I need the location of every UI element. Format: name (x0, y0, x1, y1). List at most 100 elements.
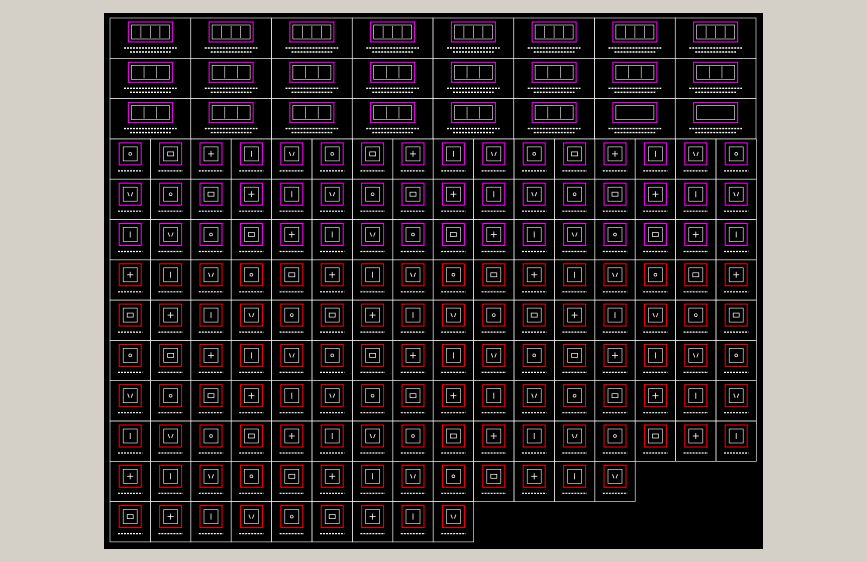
grid-cell (513, 420, 555, 462)
socket-plate-inner (486, 348, 502, 363)
grid-cell (150, 420, 192, 462)
socket-slot (410, 474, 413, 479)
grid-cell (715, 178, 757, 220)
socket-plate-inner (203, 428, 219, 444)
socket-slot (450, 514, 453, 519)
cad-model-space[interactable] (104, 13, 763, 549)
grid-cell (634, 340, 676, 381)
grid-cell (675, 138, 717, 180)
grid-cell (150, 501, 192, 543)
socket-hole (290, 313, 294, 317)
socket-plate-symbol (643, 263, 667, 287)
grid-cell (271, 178, 313, 220)
socket-plate-symbol (724, 303, 748, 327)
socket-plate-inner (324, 509, 340, 524)
socket-plate-symbol (482, 142, 506, 166)
socket-plate-inner (526, 307, 542, 323)
socket-slot (167, 151, 174, 157)
socket-plate-inner (284, 267, 300, 283)
socket-plate-symbol (603, 223, 627, 246)
grid-cell (190, 420, 232, 462)
grid-cell (634, 259, 676, 301)
socket-plate-symbol (643, 223, 667, 246)
grid-cell (432, 138, 474, 180)
socket-plate-symbol (684, 303, 708, 327)
socket-slot (248, 514, 251, 519)
grid-cell (674, 57, 757, 99)
socket-plate-inner (405, 428, 421, 444)
socket-slot (248, 433, 255, 439)
socket-plate-symbol (603, 384, 627, 408)
socket-plate-inner (163, 388, 178, 404)
grid-cell (392, 178, 434, 220)
grid-cell (432, 380, 474, 422)
grid-cell (230, 138, 272, 180)
socket-slot (409, 393, 417, 399)
socket-plate-symbol (199, 384, 223, 408)
grid-cell (675, 299, 717, 341)
socket-plate-symbol (199, 464, 223, 488)
switch-plate-inner (211, 105, 251, 120)
switch-plate-inner (615, 105, 655, 120)
grid-cell (271, 460, 313, 502)
socket-plate-inner (486, 468, 502, 484)
grid-cell (109, 299, 151, 341)
socket-plate-symbol (563, 424, 587, 448)
switch-plate-inner (373, 105, 412, 120)
socket-slot (167, 433, 170, 439)
socket-plate-inner (446, 509, 461, 524)
socket-hole (572, 192, 577, 196)
grid-cell (311, 219, 353, 261)
grid-cell (554, 299, 596, 341)
socket-plate-inner (365, 348, 380, 363)
grid-cell (594, 380, 636, 422)
grid-cell (150, 460, 192, 502)
grid-cell (190, 259, 232, 301)
socket-plate-symbol (361, 343, 385, 367)
socket-plate-symbol (482, 303, 506, 327)
socket-slot (167, 232, 170, 237)
socket-hole (128, 353, 132, 358)
grid-cell (634, 420, 676, 462)
socket-plate-inner (567, 388, 582, 404)
socket-plate-symbol (401, 223, 425, 246)
socket-plate-inner (526, 348, 542, 363)
socket-plate-symbol (643, 424, 667, 448)
socket-slot (332, 192, 336, 197)
grid-cell (473, 420, 515, 462)
socket-slot (208, 474, 211, 479)
grid-cell (150, 340, 192, 381)
grid-cell (190, 380, 232, 422)
grid-cell (675, 380, 717, 422)
grid-cell (271, 501, 313, 543)
grid-cell (554, 340, 596, 381)
grid-cell (554, 219, 596, 261)
socket-plate-symbol (320, 343, 344, 367)
switch-plate-inner (292, 105, 332, 120)
socket-plate-symbol (361, 384, 385, 408)
grid-cell (392, 138, 434, 180)
socket-plate-symbol (522, 303, 546, 327)
socket-plate-inner (203, 267, 219, 283)
grid-cell (513, 219, 555, 261)
socket-plate-inner (365, 227, 380, 242)
grid-cell (190, 340, 232, 381)
grid-cell (351, 17, 434, 59)
grid-cell (352, 178, 394, 220)
socket-plate-inner (324, 348, 340, 363)
grid-cell (230, 380, 272, 422)
grid-cell (392, 299, 434, 341)
socket-slot (328, 514, 336, 519)
grid-cell (513, 17, 595, 59)
socket-slot (248, 312, 251, 318)
socket-plate-inner (607, 428, 623, 444)
socket-slot (130, 192, 134, 197)
socket-slot (126, 312, 134, 318)
socket-slot (211, 272, 214, 277)
socket-plate-symbol (118, 303, 142, 327)
socket-plate-symbol (482, 464, 506, 488)
grid-cell (271, 380, 313, 422)
grid-cell (473, 380, 515, 422)
grid-cell (715, 299, 757, 341)
socket-slot (450, 312, 453, 318)
